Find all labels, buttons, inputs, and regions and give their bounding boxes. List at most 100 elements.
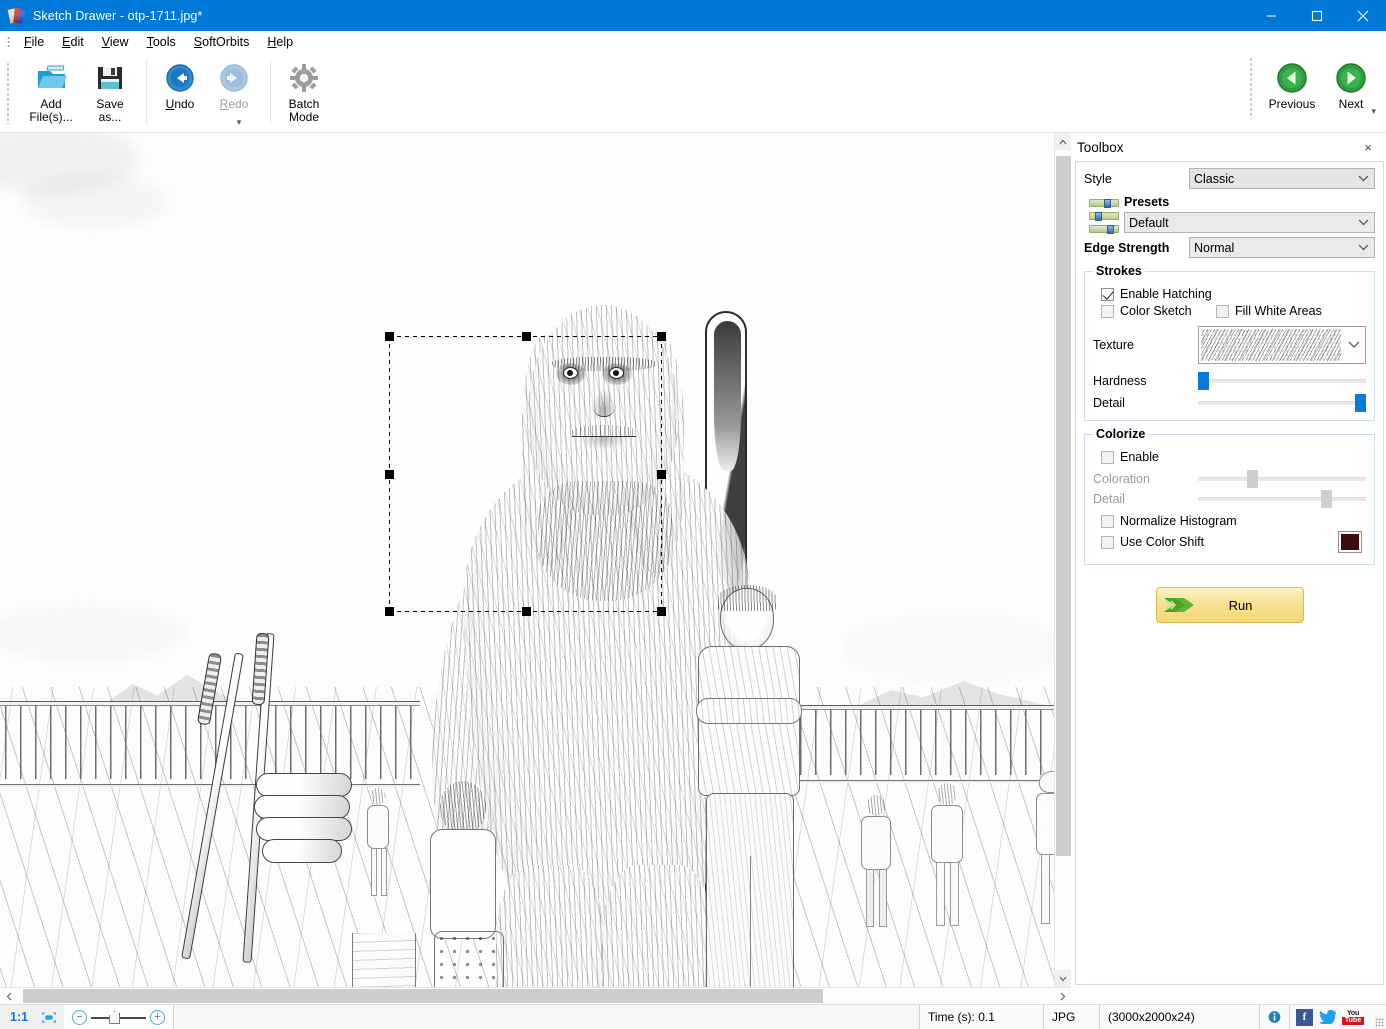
menu-grip-handle[interactable]	[4, 35, 13, 49]
left-circle-arrow-icon	[1276, 61, 1308, 95]
selection-handle-e[interactable]	[657, 470, 666, 479]
selection-handle-s[interactable]	[521, 607, 531, 616]
batch-mode-button[interactable]: Batch Mode	[277, 57, 331, 127]
menu-file[interactable]: File	[15, 32, 53, 52]
color-sketch-label: Color Sketch	[1120, 304, 1192, 318]
navigation-grip-handle[interactable]	[1247, 57, 1256, 119]
colorize-detail-label: Detail	[1093, 492, 1125, 506]
enable-hatching-row[interactable]: Enable Hatching	[1101, 287, 1366, 301]
coloration-slider-thumb[interactable]	[1246, 470, 1258, 488]
selection-handle-se[interactable]	[657, 607, 666, 616]
presets-row: Presets Default	[1084, 195, 1375, 234]
stroke-detail-slider[interactable]	[1198, 394, 1366, 412]
scroll-right-button[interactable]	[1054, 988, 1071, 1005]
chevron-down-icon	[1343, 327, 1365, 363]
maximize-button[interactable]	[1294, 0, 1340, 31]
zoom-out-button[interactable]: −	[72, 1009, 88, 1025]
scroll-up-button[interactable]	[1054, 133, 1072, 150]
resize-grip-icon[interactable]	[1370, 1005, 1386, 1029]
coloration-slider[interactable]	[1198, 470, 1366, 488]
navigation-overflow-button[interactable]: ▾	[1371, 106, 1376, 117]
use-color-shift-checkbox[interactable]	[1101, 535, 1114, 549]
edge-strength-value: Normal	[1194, 240, 1235, 255]
minimize-button[interactable]	[1248, 0, 1294, 31]
menu-edit[interactable]: Edit	[53, 32, 93, 52]
colorize-enable-row[interactable]: Enable	[1101, 450, 1366, 464]
colorize-enable-label: Enable	[1120, 450, 1159, 464]
colorize-enable-checkbox[interactable]	[1101, 450, 1114, 464]
menu-softorbits[interactable]: SoftOrbits	[185, 32, 259, 52]
next-button[interactable]: Next	[1324, 57, 1378, 114]
enable-hatching-checkbox[interactable]	[1101, 287, 1114, 301]
save-as-button[interactable]: Save as...	[83, 57, 137, 127]
selection-handle-ne[interactable]	[657, 332, 666, 341]
menu-bar: File Edit View Tools SoftOrbits Help	[0, 31, 1386, 54]
hardness-slider-thumb[interactable]	[1198, 372, 1209, 390]
canvas-horizontal-scrollbar[interactable]	[0, 987, 1071, 1004]
close-button[interactable]	[1340, 0, 1386, 31]
redo-button[interactable]: Redo	[207, 57, 261, 114]
image-canvas[interactable]	[0, 133, 1054, 987]
selection-handle-w[interactable]	[385, 470, 394, 479]
edge-strength-dropdown[interactable]: Normal	[1189, 237, 1375, 258]
menu-tools[interactable]: Tools	[138, 32, 185, 52]
stroke-detail-slider-thumb[interactable]	[1355, 394, 1366, 412]
style-dropdown[interactable]: Classic	[1189, 168, 1375, 189]
previous-button[interactable]: Previous	[1260, 57, 1324, 114]
selection-rectangle[interactable]	[385, 332, 666, 616]
coloration-label: Coloration	[1093, 472, 1150, 486]
color-shift-color	[1341, 534, 1359, 550]
normalize-histogram-checkbox[interactable]	[1101, 514, 1114, 528]
zoom-in-button[interactable]: +	[150, 1009, 166, 1025]
normalize-histogram-row[interactable]: Normalize Histogram	[1101, 514, 1366, 528]
green-double-arrow-icon	[1157, 594, 1201, 616]
scroll-down-button[interactable]	[1054, 970, 1072, 987]
vertical-scroll-track[interactable]	[1054, 150, 1072, 970]
fill-white-areas-checkbox[interactable]	[1216, 304, 1229, 318]
toolbar-overflow-button[interactable]: ▾	[232, 117, 246, 130]
toolbar-grip-handle[interactable]	[4, 62, 13, 124]
menu-view[interactable]: View	[93, 32, 138, 52]
scroll-left-button[interactable]	[0, 988, 17, 1005]
right-circle-arrow-icon	[1335, 61, 1367, 95]
run-button[interactable]: Run	[1155, 587, 1304, 623]
vertical-scroll-thumb[interactable]	[1055, 156, 1071, 856]
window-controls	[1248, 0, 1386, 31]
presets-dropdown[interactable]: Default	[1124, 212, 1375, 233]
run-label: Run	[1228, 597, 1253, 613]
selection-handle-nw[interactable]	[385, 332, 394, 341]
colorize-detail-slider[interactable]	[1198, 490, 1366, 508]
texture-dropdown[interactable]	[1198, 326, 1366, 364]
zoom-ratio-label[interactable]: 1:1	[0, 1005, 34, 1029]
fit-to-window-icon[interactable]	[34, 1005, 64, 1029]
facebook-icon[interactable]: f	[1296, 1008, 1313, 1026]
youtube-icon[interactable]: You Tube	[1342, 1008, 1364, 1026]
undo-button[interactable]: Undo	[153, 57, 207, 114]
next-label: Next	[1338, 97, 1364, 111]
close-icon[interactable]: ×	[1358, 137, 1378, 157]
canvas-vertical-scrollbar[interactable]	[1054, 133, 1072, 987]
horizontal-scroll-thumb[interactable]	[23, 989, 823, 1003]
color-sketch-checkbox[interactable]	[1101, 304, 1114, 318]
horizontal-scroll-track[interactable]	[17, 989, 1054, 1003]
add-files-button[interactable]: Add File(s)...	[19, 57, 83, 127]
stroke-detail-row: Detail	[1093, 394, 1366, 412]
toolbar-file-group: Add File(s)... Save as...	[16, 54, 143, 132]
toolbar-separator-1	[146, 61, 147, 123]
menu-help[interactable]: Help	[258, 32, 302, 52]
colorize-group: Colorize Enable Coloration Detail Normal…	[1084, 427, 1375, 565]
run-button-container: Run	[1084, 587, 1375, 623]
undo-arrow-icon	[165, 61, 195, 95]
zoom-slider-track[interactable]	[91, 1010, 147, 1024]
color-shift-swatch[interactable]	[1338, 531, 1362, 553]
canvas-hscroll-row	[0, 987, 1386, 1004]
selection-handle-n[interactable]	[521, 332, 531, 341]
zoom-slider-control[interactable]: − +	[64, 1005, 175, 1029]
twitter-bird-icon[interactable]	[1319, 1009, 1336, 1026]
hscroll-filler	[1071, 987, 1386, 1004]
hardness-slider[interactable]	[1198, 372, 1366, 390]
open-folder-icon	[35, 61, 67, 95]
colorize-detail-slider-thumb[interactable]	[1320, 490, 1332, 508]
selection-handle-sw[interactable]	[385, 607, 394, 616]
info-icon[interactable]	[1260, 1005, 1290, 1029]
